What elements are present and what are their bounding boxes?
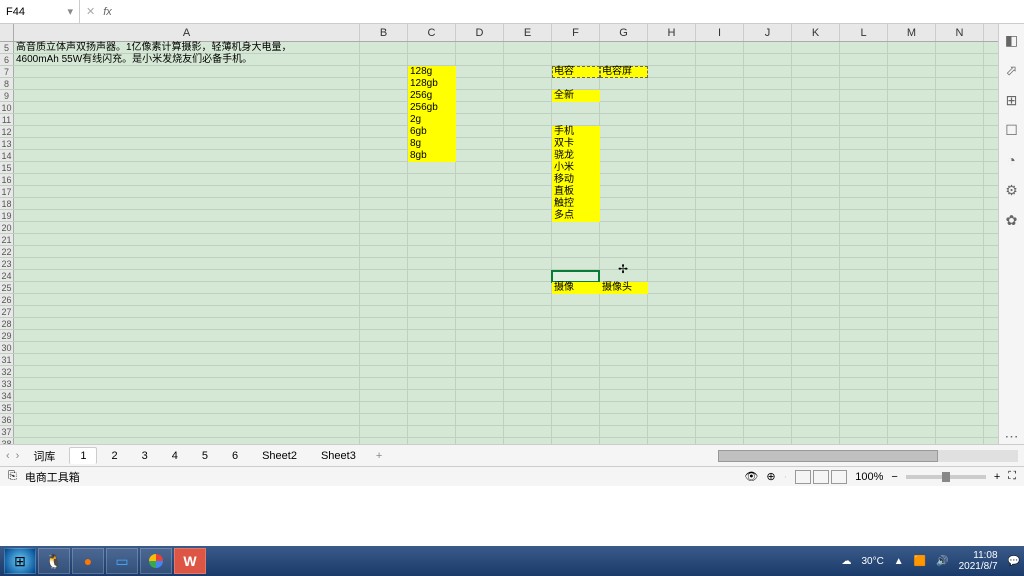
temperature: 30°C xyxy=(861,556,883,567)
status-label: 电商工具箱 xyxy=(25,469,80,485)
sheet-tab[interactable]: 2 xyxy=(101,448,127,464)
cell-text: 8gb xyxy=(410,150,427,162)
tool-icon[interactable]: ⊞ xyxy=(1004,92,1020,108)
zoom-out-button[interactable]: − xyxy=(891,471,897,483)
taskbar-app[interactable]: ● xyxy=(72,548,104,574)
settings-icon[interactable]: ✿ xyxy=(1004,212,1020,228)
col-header[interactable]: N xyxy=(936,24,984,41)
tool-icon[interactable]: ☐ xyxy=(1004,122,1020,138)
spreadsheet-grid[interactable]: A B C D E F G H I J K L M N 567891011121… xyxy=(0,24,1024,444)
cell-text: 双卡 xyxy=(554,138,574,150)
eye-icon[interactable]: 👁 xyxy=(744,470,758,483)
cell-text: 高音质立体声双扬声器。1亿像素计算摄影，轻薄机身大电量， xyxy=(16,42,292,54)
weather-icon[interactable]: ☁ xyxy=(841,556,851,567)
col-header[interactable]: A xyxy=(14,24,360,41)
sheet-tab[interactable]: 3 xyxy=(132,448,158,464)
col-header[interactable]: H xyxy=(648,24,696,41)
link-icon[interactable]: ⎘ xyxy=(8,470,17,483)
view-break-button[interactable] xyxy=(831,470,847,484)
cell-text: 多点 xyxy=(554,210,574,222)
cell-text: 小米 xyxy=(554,162,574,174)
sheet-tab[interactable]: 词库 xyxy=(23,446,65,466)
add-sheet-button[interactable]: + xyxy=(370,448,388,464)
cell-text: 256gb xyxy=(410,102,438,114)
col-header[interactable]: J xyxy=(744,24,792,41)
taskbar-app[interactable]: W xyxy=(174,548,206,574)
grid-body[interactable]: 5678910111213141516171819202122232425262… xyxy=(0,42,1024,444)
grid-icon[interactable]: ⊕ xyxy=(766,470,775,483)
col-header[interactable]: M xyxy=(888,24,936,41)
cell-text: 128gb xyxy=(410,78,438,90)
volume-icon[interactable]: 🔊 xyxy=(936,556,948,567)
view-normal-button[interactable] xyxy=(795,470,811,484)
clock-icon[interactable]: ◔ xyxy=(1004,152,1020,168)
cancel-icon[interactable]: ✕ xyxy=(86,5,95,18)
sheet-tab[interactable]: 5 xyxy=(192,448,218,464)
zoom-slider[interactable] xyxy=(906,475,986,479)
cell-text: 手机 xyxy=(554,126,574,138)
cell-text: 移动 xyxy=(554,174,574,186)
col-header[interactable]: C xyxy=(408,24,456,41)
cell-text: 电容 xyxy=(554,66,574,78)
more-icon[interactable]: ⋯ xyxy=(1004,428,1020,444)
chevron-right-icon[interactable]: › xyxy=(16,450,20,462)
tab-nav[interactable]: ‹› xyxy=(6,450,19,462)
view-page-button[interactable] xyxy=(813,470,829,484)
fullscreen-icon[interactable]: ⛶ xyxy=(1008,470,1016,483)
start-button[interactable]: ⊞ xyxy=(4,548,36,574)
tray-icon[interactable]: ▲ xyxy=(894,556,904,567)
right-toolbar: ◧ ⬀ ⊞ ☐ ◔ ⚙ ✿ ⋯ xyxy=(998,24,1024,444)
cell-text: 摄像头 xyxy=(602,282,632,294)
select-icon[interactable]: ⬀ xyxy=(1004,62,1020,78)
col-header[interactable]: I xyxy=(696,24,744,41)
col-header[interactable]: F xyxy=(552,24,600,41)
col-header[interactable]: B xyxy=(360,24,408,41)
clock[interactable]: 11:08 2021/8/7 xyxy=(959,550,998,572)
scrollbar-horizontal[interactable] xyxy=(718,450,1018,462)
select-all-corner[interactable] xyxy=(0,24,14,41)
sheet-tab[interactable]: 1 xyxy=(69,447,97,464)
cell-text: 电容屏 xyxy=(602,66,632,78)
sheet-tab[interactable]: Sheet3 xyxy=(311,448,366,464)
windows-taskbar: ⊞ 🐧 ● ▭ W ☁ 30°C ▲ 🟧 🔊 11:08 2021/8/7 💬 xyxy=(0,546,1024,576)
tool-icon[interactable]: ⚙ xyxy=(1004,182,1020,198)
tool-icon[interactable]: ◧ xyxy=(1004,32,1020,48)
cell-text: 全新 xyxy=(554,90,574,102)
status-bar: ⎘ 电商工具箱 👁 ⊕ · 100% − + ⛶ xyxy=(0,466,1024,486)
col-header[interactable]: L xyxy=(840,24,888,41)
cell-text: 128g xyxy=(410,66,432,78)
col-header[interactable]: K xyxy=(792,24,840,41)
cell-text: 6gb xyxy=(410,126,427,138)
cell-text: 骁龙 xyxy=(554,150,574,162)
name-box[interactable]: F44▾ xyxy=(0,0,80,23)
zoom-value: 100% xyxy=(855,471,883,483)
chevron-left-icon[interactable]: ‹ xyxy=(6,450,10,462)
column-headers: A B C D E F G H I J K L M N xyxy=(0,24,1024,42)
cell-text: 8g xyxy=(410,138,421,150)
formula-bar: F44▾ ✕ fx xyxy=(0,0,1024,24)
taskbar-app[interactable]: 🐧 xyxy=(38,548,70,574)
taskbar-app[interactable]: ▭ xyxy=(106,548,138,574)
fx-label[interactable]: fx xyxy=(103,6,112,18)
sheet-tabs-bar: ‹› 词库 1 2 3 4 5 6 Sheet2 Sheet3 + xyxy=(0,444,1024,466)
taskbar-app[interactable] xyxy=(140,548,172,574)
col-header[interactable]: D xyxy=(456,24,504,41)
col-header[interactable]: G xyxy=(600,24,648,41)
cell-text: 2g xyxy=(410,114,421,126)
col-header[interactable]: E xyxy=(504,24,552,41)
cell-text: 256g xyxy=(410,90,432,102)
sheet-tab[interactable]: 6 xyxy=(222,448,248,464)
notification-icon[interactable]: 💬 xyxy=(1008,556,1020,567)
cell-text: 4600mAh 55W有线闪充。是小米发烧友们必备手机。 xyxy=(16,54,252,66)
sheet-tab[interactable]: 4 xyxy=(162,448,188,464)
cell-text: 摄像 xyxy=(554,282,574,294)
zoom-in-button[interactable]: + xyxy=(994,471,1000,483)
cell-text: 触控 xyxy=(554,198,574,210)
tray-icon[interactable]: 🟧 xyxy=(914,556,926,567)
sheet-tab[interactable]: Sheet2 xyxy=(252,448,307,464)
cell-text: 直板 xyxy=(554,186,574,198)
